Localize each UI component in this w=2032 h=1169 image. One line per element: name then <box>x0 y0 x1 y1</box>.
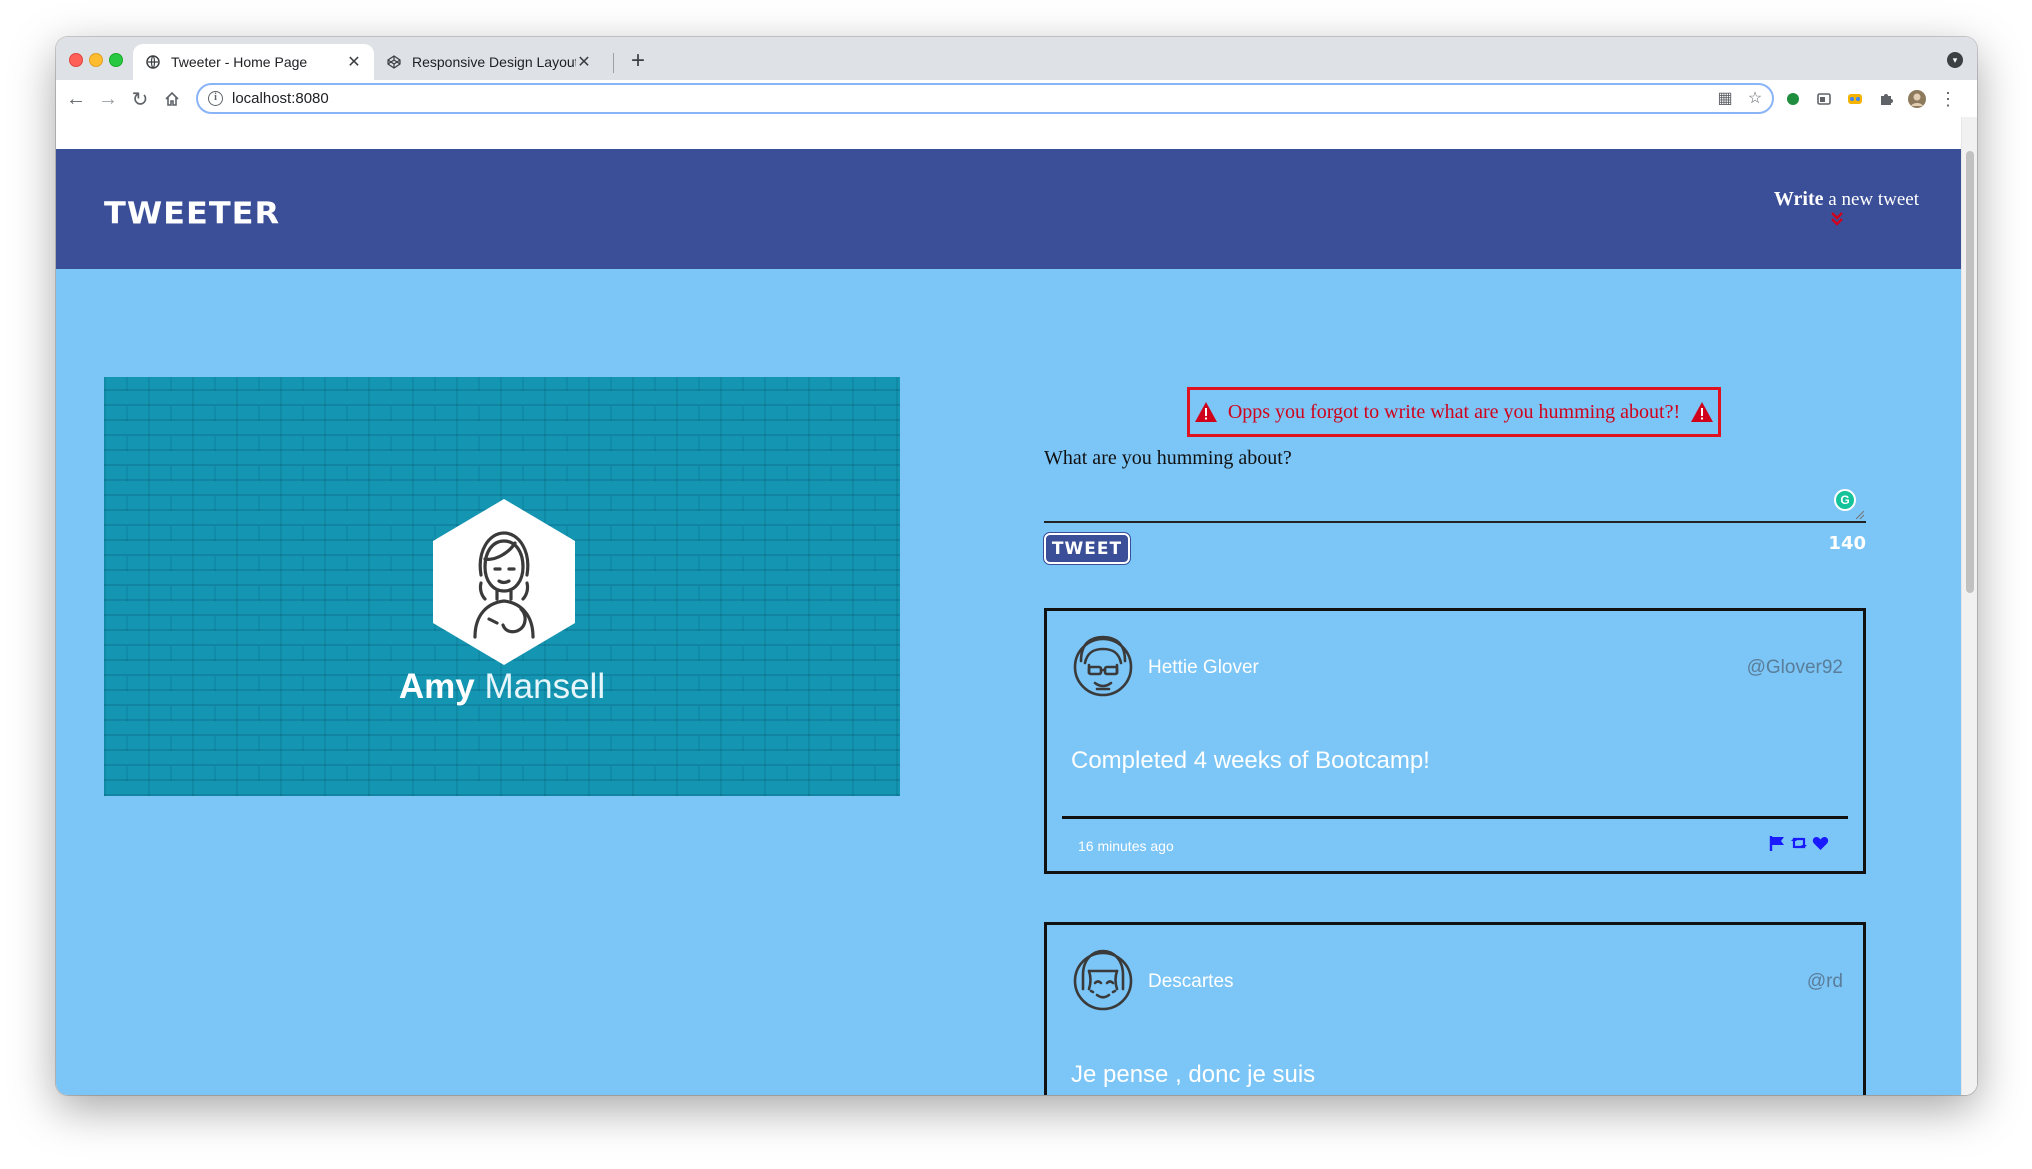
codepen-icon <box>386 54 402 70</box>
tab-tweeter-home[interactable]: Tweeter - Home Page ✕ <box>133 44 374 80</box>
heart-icon[interactable] <box>1812 835 1829 851</box>
tweet-card: Descartes @rd Je pense , donc je suis <box>1044 922 1866 1095</box>
maximize-window-button[interactable] <box>109 53 123 67</box>
page-scrollbar[interactable] <box>1961 117 1977 1095</box>
profile-last-name: Mansell <box>484 667 606 706</box>
profile-avatar <box>429 497 579 667</box>
extension-window-icon[interactable] <box>1814 89 1834 109</box>
new-tab-button[interactable]: + <box>624 47 652 75</box>
error-text: Opps you forgot to write what are you hu… <box>1227 400 1681 423</box>
tweet-author-name: Hettie Glover <box>1148 657 1259 678</box>
character-counter: 140 <box>1828 533 1866 554</box>
nav-link-rest: a new tweet <box>1823 189 1919 210</box>
site-header: TWEETER Write a new tweet <box>56 149 1961 269</box>
tweeter-page: TWEETER Write a new tweet Amy Mansell Op… <box>56 117 1961 1095</box>
user-avatar <box>1071 945 1135 1015</box>
tab-title: Responsive Design Layout <box>412 54 576 70</box>
tweet-input-label: What are you humming about? <box>1044 447 1292 469</box>
grammarly-icon[interactable]: G <box>1834 489 1856 511</box>
tweet-timestamp: 16 minutes ago <box>1078 838 1174 854</box>
home-icon[interactable] <box>158 85 186 113</box>
minimize-window-button[interactable] <box>89 53 103 67</box>
back-arrow-icon[interactable]: ← <box>62 85 90 113</box>
url-text: localhost:8080 <box>232 90 329 107</box>
tweet-textarea[interactable]: G <box>1044 479 1866 523</box>
tweet-content: Completed 4 weeks of Bootcamp! <box>1071 747 1430 774</box>
profile-avatar-icon[interactable] <box>1907 89 1927 109</box>
profile-name: Amy Mansell <box>104 667 900 707</box>
qr-code-icon[interactable]: ▦ <box>1714 88 1736 110</box>
extensions-puzzle-icon[interactable] <box>1876 89 1896 109</box>
page-viewport: TWEETER Write a new tweet Amy Mansell Op… <box>56 117 1977 1095</box>
error-message: Opps you forgot to write what are you hu… <box>1187 387 1721 437</box>
profile-first-name: Amy <box>398 667 475 706</box>
warning-icon <box>1691 402 1714 422</box>
tweet-author-name: Descartes <box>1148 971 1234 992</box>
resize-handle[interactable] <box>1856 511 1864 519</box>
tab-search-button[interactable]: ▾ <box>1947 52 1963 68</box>
browser-menu-icon[interactable]: ⋮ <box>1938 89 1958 109</box>
site-info-icon[interactable]: i <box>208 91 223 106</box>
forward-arrow-icon[interactable]: → <box>94 85 122 113</box>
tab-divider <box>613 53 614 73</box>
close-tab-icon[interactable]: ✕ <box>346 52 362 72</box>
tweet-author-handle: @Glover92 <box>1746 657 1843 678</box>
tweet-author-handle: @rd <box>1806 971 1843 992</box>
extension-face-icon[interactable] <box>1845 89 1865 109</box>
tab-responsive-design[interactable]: Responsive Design Layout ✕ <box>374 44 604 80</box>
retweet-icon[interactable] <box>1790 835 1808 851</box>
globe-icon <box>145 54 161 70</box>
tab-title: Tweeter - Home Page <box>171 54 308 70</box>
flag-icon[interactable] <box>1769 835 1786 851</box>
close-tab-icon[interactable]: ✕ <box>576 52 592 72</box>
tweet-content: Je pense , donc je suis <box>1071 1061 1316 1088</box>
user-avatar <box>1071 631 1135 701</box>
main-content: Amy Mansell Opps you forgot to write wha… <box>56 269 1961 1095</box>
site-logo: TWEETER <box>104 194 281 232</box>
profile-card: Amy Mansell <box>104 377 900 796</box>
browser-window: Tweeter - Home Page ✕ Responsive Design … <box>56 37 1977 1095</box>
tweet-divider <box>1062 816 1848 819</box>
address-bar[interactable]: i localhost:8080 ▦ ☆ <box>196 83 1774 114</box>
extension-green-dot-icon[interactable] <box>1783 89 1803 109</box>
close-window-button[interactable] <box>69 53 83 67</box>
reload-icon[interactable]: ↻ <box>126 85 154 113</box>
tweet-actions <box>1769 835 1829 851</box>
tweet-card: Hettie Glover @Glover92 Completed 4 week… <box>1044 608 1866 874</box>
nav-link-strong: Write <box>1773 188 1824 210</box>
browser-toolbar: ← → ↻ i localhost:8080 ▦ ☆ ⋮ <box>56 80 1977 117</box>
tab-bar: Tweeter - Home Page ✕ Responsive Design … <box>56 37 1977 80</box>
double-chevron-down-icon[interactable] <box>1831 212 1843 228</box>
write-new-tweet-link[interactable]: Write a new tweet <box>1774 188 1919 211</box>
tweet-submit-button[interactable]: TWEET <box>1043 532 1131 565</box>
scrollbar-thumb[interactable] <box>1966 151 1974 593</box>
bookmark-star-icon[interactable]: ☆ <box>1744 88 1766 110</box>
warning-icon <box>1194 402 1217 422</box>
